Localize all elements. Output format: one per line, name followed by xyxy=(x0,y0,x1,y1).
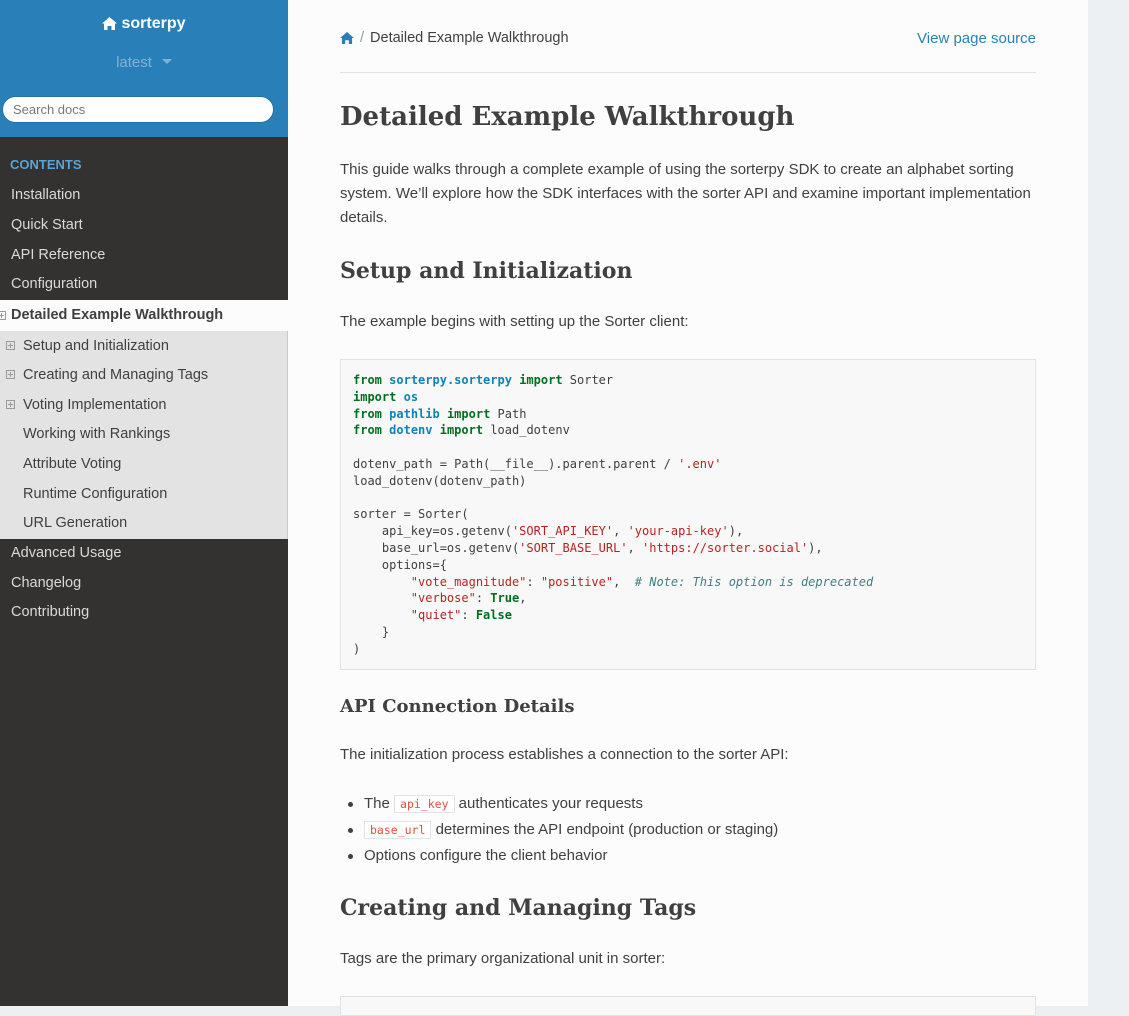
code-block[interactable] xyxy=(340,996,1036,1016)
page-title: Detailed Example Walkthrough xyxy=(340,102,795,132)
nav-item-quick-start[interactable]: Quick Start xyxy=(0,215,288,235)
nav-sub-item-label: Creating and Managing Tags xyxy=(23,367,209,383)
nav-item-changelog[interactable]: Changelog xyxy=(0,573,288,593)
list-item: base_url determines the API endpoint (pr… xyxy=(340,818,1036,844)
breadcrumb-separator: / xyxy=(360,30,365,46)
bullet-text: authenticates your requests xyxy=(458,795,643,812)
code-line: api_key=os.getenv('SORT_API_KEY', 'your-… xyxy=(353,524,744,539)
code-block[interactable]: from sorterpy.sorterpy import Sorter impo… xyxy=(340,359,1036,670)
nav-sub-item-voting[interactable]: Voting Implementation xyxy=(0,395,287,415)
intro-paragraph: This guide walks through a complete exam… xyxy=(340,161,1031,226)
breadcrumb-current: Detailed Example Walkthrough xyxy=(370,30,569,46)
bullet-list: The api_key authenticates your requests … xyxy=(340,792,1036,870)
code-line: load_dotenv(dotenv_path) xyxy=(353,473,527,488)
nav-item-current[interactable]: Detailed Example Walkthrough xyxy=(0,300,288,331)
code-line: options={ xyxy=(353,557,447,572)
bullet-text: Options configure the client behavior xyxy=(364,847,608,864)
heading-api-connection: API Connection Details xyxy=(340,696,575,717)
code-line: base_url=os.getenv('SORT_BASE_URL', 'htt… xyxy=(353,540,823,555)
heading-setup: Setup and Initialization xyxy=(340,258,633,284)
code-line: import os xyxy=(353,389,419,404)
heading-tags: Creating and Managing Tags xyxy=(340,895,697,921)
nav-caption: CONTENTS xyxy=(10,157,82,172)
nav-item-configuration[interactable]: Configuration xyxy=(0,274,288,294)
home-icon xyxy=(102,17,118,35)
version-selector[interactable]: latest xyxy=(0,54,288,71)
code-line: sorter = Sorter( xyxy=(353,507,469,522)
inline-code: api_key xyxy=(394,795,455,813)
code-line: from sorterpy.sorterpy import Sorter xyxy=(353,373,614,387)
nav-item-contributing[interactable]: Contributing xyxy=(0,602,288,622)
code-line: from pathlib import Path xyxy=(353,406,527,421)
list-item: The api_key authenticates your requests xyxy=(340,792,1036,818)
nav-item-installation[interactable]: Installation xyxy=(0,185,288,205)
tags-paragraph: Tags are the primary organizational unit… xyxy=(340,950,666,967)
nav-sub-item-tags[interactable]: Creating and Managing Tags xyxy=(0,365,287,385)
code-line: dotenv_path = Path(__file__).parent.pare… xyxy=(353,456,722,471)
expand-toggle-icon[interactable] xyxy=(6,370,15,379)
nav-sub-item-rankings[interactable]: Working with Rankings xyxy=(0,424,287,444)
expand-toggle-icon[interactable] xyxy=(6,400,15,409)
code-line: "quiet": False xyxy=(410,608,512,623)
nav-sub-item-attribute-voting[interactable]: Attribute Voting xyxy=(0,454,287,474)
code-line: "verbose": True, xyxy=(410,591,527,606)
bullet-text: The xyxy=(364,795,390,812)
collapse-toggle-icon[interactable] xyxy=(0,311,6,320)
nav-current-label: Detailed Example Walkthrough xyxy=(11,307,224,323)
nav-sub-item-label: Voting Implementation xyxy=(23,397,167,413)
setup-paragraph: The example begins with setting up the S… xyxy=(340,313,689,330)
inline-code: base_url xyxy=(364,821,432,839)
nav-sub-item-runtime-config[interactable]: Runtime Configuration xyxy=(0,484,287,504)
list-item: Options configure the client behavior xyxy=(340,844,1036,870)
version-label: latest xyxy=(116,54,152,71)
code-line: from dotenv import load_dotenv xyxy=(353,423,570,438)
breadcrumb: / Detailed Example Walkthrough xyxy=(340,30,569,48)
home-icon[interactable] xyxy=(340,32,354,48)
code-line: "vote_magnitude": "positive", # Note: Th… xyxy=(410,574,874,589)
sidebar-header: sorterpy latest xyxy=(0,0,288,137)
code-line: ) xyxy=(353,641,361,656)
api-paragraph: The initialization process establishes a… xyxy=(340,746,789,763)
expand-toggle-icon[interactable] xyxy=(6,341,15,350)
caret-down-icon xyxy=(161,59,172,64)
main-content: / Detailed Example Walkthrough View page … xyxy=(288,0,1088,1016)
nav-item-api-reference[interactable]: API Reference xyxy=(0,245,288,265)
code-line: } xyxy=(353,624,390,639)
search-input[interactable] xyxy=(2,96,274,123)
project-link[interactable]: sorterpy xyxy=(0,15,288,35)
header-divider xyxy=(340,72,1036,73)
project-name: sorterpy xyxy=(121,15,186,32)
nav-item-advanced-usage[interactable]: Advanced Usage xyxy=(0,543,288,563)
sidebar: sorterpy latest CONTENTS Installation Qu… xyxy=(0,0,288,1006)
nav-sub-item-url-generation[interactable]: URL Generation xyxy=(0,513,287,533)
nav-sub-item-label: Setup and Initialization xyxy=(23,338,169,354)
nav-subsection: Setup and Initialization Creating and Ma… xyxy=(0,331,288,539)
bullet-text: determines the API endpoint (production … xyxy=(435,821,779,838)
nav-sub-item-setup[interactable]: Setup and Initialization xyxy=(0,336,287,356)
view-source-link[interactable]: View page source xyxy=(917,30,1036,47)
